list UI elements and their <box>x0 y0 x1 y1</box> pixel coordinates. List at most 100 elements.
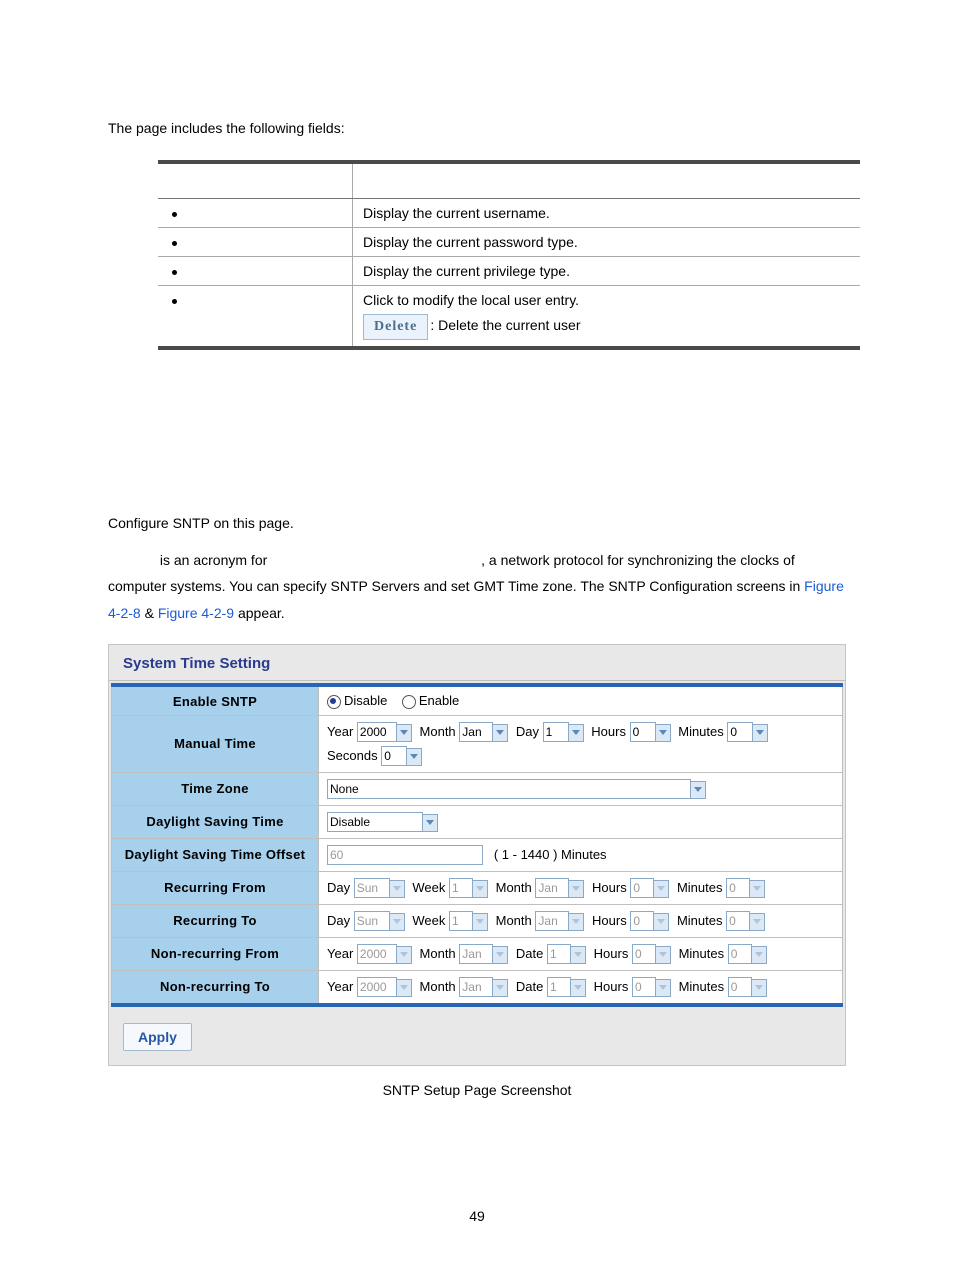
chevron-down-icon[interactable] <box>690 781 706 799</box>
row-label-time-zone: Time Zone <box>112 772 319 805</box>
bullet-icon <box>172 212 177 217</box>
day-input[interactable] <box>543 722 569 742</box>
month-input[interactable] <box>535 911 569 931</box>
hours-input[interactable] <box>630 911 654 931</box>
chevron-down-icon[interactable] <box>751 946 767 964</box>
day-input[interactable] <box>354 878 390 898</box>
row-label-recur-to: Recurring To <box>112 904 319 937</box>
row-label-nrecur-to: Non-recurring To <box>112 970 319 1005</box>
minutes-input[interactable] <box>726 878 750 898</box>
chevron-down-icon[interactable] <box>751 979 767 997</box>
minutes-label: Minutes <box>679 946 725 961</box>
chevron-down-icon[interactable] <box>655 979 671 997</box>
minutes-input[interactable] <box>728 944 752 964</box>
chevron-down-icon[interactable] <box>422 814 438 832</box>
month-label: Month <box>420 946 456 961</box>
field-desc: Display the current privilege type. <box>353 257 861 286</box>
chevron-down-icon[interactable] <box>472 880 488 898</box>
hours-input[interactable] <box>630 878 654 898</box>
apply-button[interactable]: Apply <box>123 1023 192 1051</box>
minutes-label: Minutes <box>677 913 723 928</box>
sntp-description: Configure SNTP on this page. is an acron… <box>108 510 846 626</box>
dst-offset-input[interactable] <box>327 845 483 865</box>
date-label: Date <box>516 946 543 961</box>
month-input[interactable] <box>459 722 493 742</box>
seconds-label: Seconds <box>327 748 378 763</box>
delete-button[interactable]: Delete <box>363 314 428 340</box>
hours-label: Hours <box>591 724 626 739</box>
chevron-down-icon[interactable] <box>492 979 508 997</box>
year-input[interactable] <box>357 977 397 997</box>
radio-enable[interactable] <box>402 695 416 709</box>
delete-suffix: : Delete the current user <box>430 317 580 333</box>
time-zone-select[interactable] <box>327 779 691 799</box>
minutes-label: Minutes <box>679 979 725 994</box>
year-input[interactable] <box>357 944 397 964</box>
appear-text: appear. <box>234 605 285 621</box>
minutes-input[interactable] <box>727 722 753 742</box>
hours-input[interactable] <box>632 944 656 964</box>
bullet-icon <box>172 299 177 304</box>
table-row: Display the current password type. <box>158 228 860 257</box>
date-input[interactable] <box>547 944 571 964</box>
month-input[interactable] <box>459 977 493 997</box>
chevron-down-icon[interactable] <box>389 880 405 898</box>
chevron-down-icon[interactable] <box>570 946 586 964</box>
month-label: Month <box>420 979 456 994</box>
chevron-down-icon[interactable] <box>389 913 405 931</box>
day-input[interactable] <box>354 911 390 931</box>
page-number: 49 <box>0 1208 954 1224</box>
seconds-input[interactable] <box>381 746 407 766</box>
week-label: Week <box>412 913 445 928</box>
chevron-down-icon[interactable] <box>568 913 584 931</box>
month-label: Month <box>496 913 532 928</box>
month-label: Month <box>496 880 532 895</box>
figure-link-2[interactable]: Figure 4-2-9 <box>158 605 234 621</box>
chevron-down-icon[interactable] <box>472 913 488 931</box>
week-input[interactable] <box>449 878 473 898</box>
year-input[interactable] <box>357 722 397 742</box>
hours-label: Hours <box>594 946 629 961</box>
chevron-down-icon[interactable] <box>655 946 671 964</box>
chevron-down-icon[interactable] <box>568 724 584 742</box>
hours-label: Hours <box>594 979 629 994</box>
chevron-down-icon[interactable] <box>749 880 765 898</box>
hours-label: Hours <box>592 913 627 928</box>
date-input[interactable] <box>547 977 571 997</box>
chevron-down-icon[interactable] <box>653 913 669 931</box>
chevron-down-icon[interactable] <box>492 946 508 964</box>
chevron-down-icon[interactable] <box>653 880 669 898</box>
intro-text: The page includes the following fields: <box>108 120 954 136</box>
year-label: Year <box>327 724 353 739</box>
amp: & <box>141 605 158 621</box>
chevron-down-icon[interactable] <box>570 979 586 997</box>
chevron-down-icon[interactable] <box>492 724 508 742</box>
chevron-down-icon[interactable] <box>752 724 768 742</box>
week-input[interactable] <box>449 911 473 931</box>
minutes-input[interactable] <box>728 977 752 997</box>
chevron-down-icon[interactable] <box>396 946 412 964</box>
minutes-input[interactable] <box>726 911 750 931</box>
hours-input[interactable] <box>630 722 656 742</box>
chevron-down-icon[interactable] <box>396 979 412 997</box>
radio-disable[interactable] <box>327 695 341 709</box>
month-input[interactable] <box>459 944 493 964</box>
chevron-down-icon[interactable] <box>568 880 584 898</box>
chevron-down-icon[interactable] <box>396 724 412 742</box>
bullet-icon <box>172 241 177 246</box>
month-input[interactable] <box>535 878 569 898</box>
chevron-down-icon[interactable] <box>749 913 765 931</box>
day-label: Day <box>327 913 350 928</box>
table-row: Click to modify the local user entry. De… <box>158 286 860 349</box>
week-label: Week <box>412 880 445 895</box>
panel-title: System Time Setting <box>109 645 845 681</box>
dst-select[interactable] <box>327 812 423 832</box>
row-label-nrecur-from: Non-recurring From <box>112 937 319 970</box>
chevron-down-icon[interactable] <box>406 748 422 766</box>
radio-enable-label: Enable <box>419 693 459 708</box>
hours-input[interactable] <box>632 977 656 997</box>
chevron-down-icon[interactable] <box>655 724 671 742</box>
acronym-prefix: is an acronym for <box>156 552 271 568</box>
month-label: Month <box>420 724 456 739</box>
field-desc: Display the current password type. <box>353 228 861 257</box>
